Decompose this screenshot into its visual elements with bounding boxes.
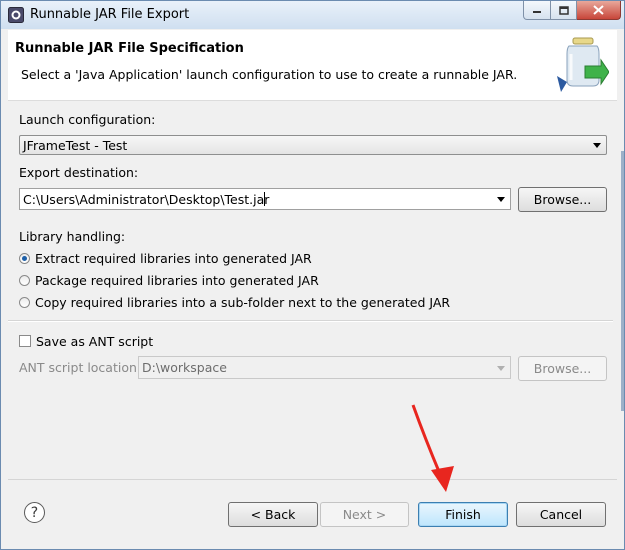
page-title: Runnable JAR File Specification: [15, 41, 244, 56]
radio-extract-libraries[interactable]: Extract required libraries into generate…: [19, 249, 312, 267]
export-dialog: Runnable JAR File Export Runnable JAR Fi…: [0, 0, 625, 550]
title-bar[interactable]: Runnable JAR File Export: [1, 1, 624, 29]
finish-button[interactable]: Finish: [418, 502, 508, 527]
eclipse-icon: [8, 7, 24, 23]
minimize-icon: [533, 11, 541, 13]
minimize-button[interactable]: [523, 1, 551, 20]
radio-label: Package required libraries into generate…: [35, 272, 319, 288]
chevron-down-icon: [497, 197, 505, 202]
radio-package-libraries[interactable]: Package required libraries into generate…: [19, 271, 319, 289]
radio-button[interactable]: [19, 296, 30, 308]
ant-location-value: D:\workspace: [142, 360, 227, 375]
chevron-down-icon: [497, 366, 505, 371]
maximize-icon: [558, 5, 569, 15]
export-destination-input[interactable]: C:\Users\Administrator\Desktop\Test.jar: [19, 188, 511, 210]
save-ant-script-checkbox[interactable]: Save as ANT script: [19, 332, 153, 350]
footer-divider: [8, 479, 617, 480]
window-controls: [523, 1, 621, 21]
back-button[interactable]: < Back: [228, 502, 318, 527]
wizard-header: Runnable JAR File Specification Select a…: [8, 30, 617, 101]
next-button[interactable]: Next >: [320, 502, 409, 527]
help-icon[interactable]: ?: [24, 502, 45, 523]
launch-config-select[interactable]: JFrameTest - Test: [19, 135, 607, 155]
library-handling-label: Library handling:: [19, 229, 126, 244]
checkbox-label: Save as ANT script: [36, 333, 154, 349]
browse-ant-button[interactable]: Browse...: [518, 356, 607, 381]
radio-label: Copy required libraries into a sub-folde…: [35, 294, 451, 310]
checkbox[interactable]: [19, 335, 31, 347]
close-icon: [593, 5, 604, 15]
launch-config-value: JFrameTest - Test: [23, 138, 128, 153]
right-edge: [621, 151, 624, 411]
radio-button[interactable]: [19, 252, 30, 264]
ant-location-label: ANT script location:: [19, 360, 142, 375]
browse-destination-button[interactable]: Browse...: [518, 187, 607, 212]
radio-button[interactable]: [19, 274, 30, 286]
divider: [8, 320, 613, 322]
close-button[interactable]: [577, 1, 621, 20]
chevron-down-icon: [593, 143, 601, 148]
wizard-content: Launch configuration: JFrameTest - Test …: [8, 101, 617, 473]
export-destination-label: Export destination:: [19, 165, 139, 180]
radio-label: Extract required libraries into generate…: [35, 250, 312, 266]
page-description: Select a 'Java Application' launch confi…: [21, 67, 518, 82]
export-destination-value: C:\Users\Administrator\Desktop\Test.jar: [23, 192, 270, 207]
cancel-button[interactable]: Cancel: [516, 502, 606, 527]
radio-copy-libraries[interactable]: Copy required libraries into a sub-folde…: [19, 293, 450, 311]
launch-config-label: Launch configuration:: [19, 112, 156, 127]
jar-export-icon: [557, 37, 609, 92]
maximize-button[interactable]: [551, 1, 577, 20]
window-title: Runnable JAR File Export: [30, 7, 190, 22]
text-cursor: [264, 192, 265, 206]
ant-location-select[interactable]: D:\workspace: [138, 356, 511, 379]
